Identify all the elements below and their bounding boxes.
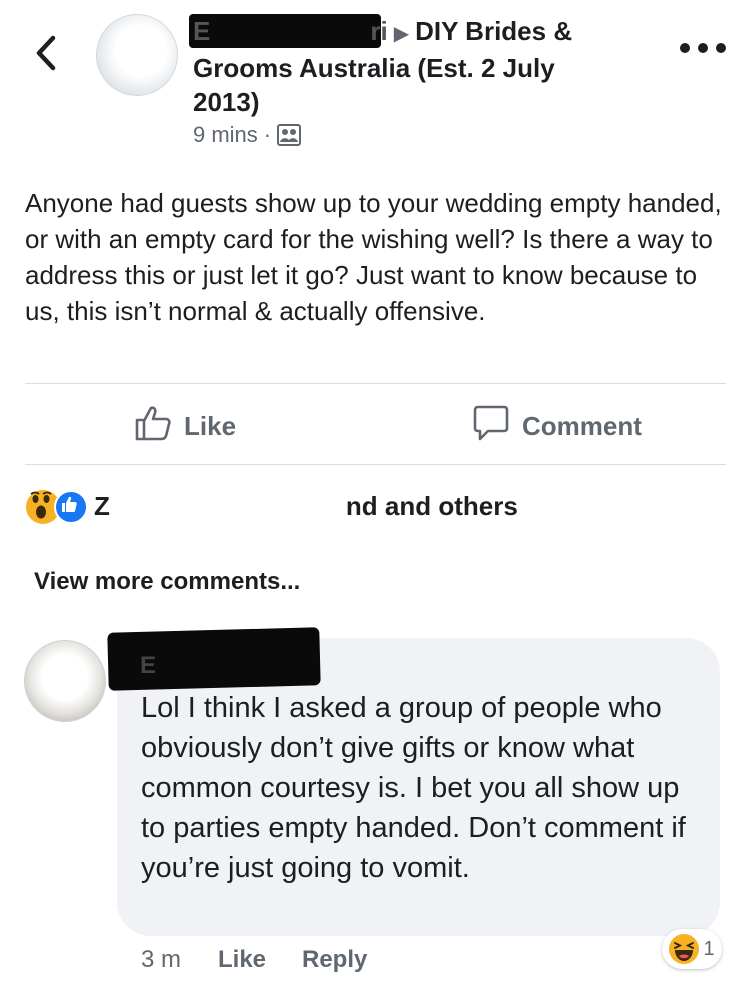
back-button[interactable] <box>26 30 66 80</box>
view-more-comments-link[interactable]: View more comments... <box>34 568 300 596</box>
post-meta: 9 mins · <box>193 120 302 150</box>
post-timestamp[interactable]: 9 mins <box>193 122 258 148</box>
more-horizontal-icon <box>679 41 727 59</box>
comment-reaction-badge[interactable]: 1 <box>662 929 722 969</box>
comment-author[interactable]: E <box>107 627 321 692</box>
author-avatar[interactable] <box>96 14 178 96</box>
post-header-title: Eri ▶ DIY Brides & Grooms Australia (Est.… <box>189 14 613 119</box>
comment-reply-button[interactable]: Reply <box>302 942 367 978</box>
divider <box>25 464 726 465</box>
reactions-summary[interactable]: Znd and others <box>24 486 518 527</box>
redaction-fade <box>112 490 322 527</box>
haha-reaction-icon <box>669 934 700 964</box>
comment-text: Lol I think I asked a group of people wh… <box>141 692 686 884</box>
meta-separator: · <box>263 122 272 147</box>
comment-author-visible: E <box>140 652 157 679</box>
like-button[interactable]: Like <box>134 398 236 454</box>
group-members-icon <box>277 124 302 146</box>
comment-reaction-count: 1 <box>703 937 715 960</box>
comment-like-button[interactable]: Like <box>218 942 266 978</box>
chevron-left-icon <box>34 35 58 76</box>
comment-time[interactable]: 3 m <box>141 942 181 978</box>
comment-label: Comment <box>522 410 642 441</box>
author-name-end: ri <box>370 16 388 46</box>
like-label: Like <box>184 410 237 441</box>
reaction-name-start: Z <box>94 490 110 521</box>
reaction-name-end: nd and others <box>345 490 518 521</box>
arrow-right-icon: ▶ <box>393 23 410 45</box>
comment-bubble-icon <box>472 404 522 449</box>
reaction-names: Znd and others <box>94 490 518 527</box>
more-options-button[interactable] <box>675 35 731 65</box>
author-name[interactable]: Eri <box>189 14 388 48</box>
commenter-avatar[interactable] <box>24 640 106 722</box>
thumbs-up-icon <box>134 404 184 449</box>
redaction-bar <box>189 14 381 48</box>
post-body-text: Anyone had guests show up to your weddin… <box>25 188 722 326</box>
author-name-start: E <box>193 16 211 46</box>
divider <box>25 383 726 384</box>
like-reaction-icon <box>54 490 88 524</box>
comment-button[interactable]: Comment <box>472 398 642 454</box>
